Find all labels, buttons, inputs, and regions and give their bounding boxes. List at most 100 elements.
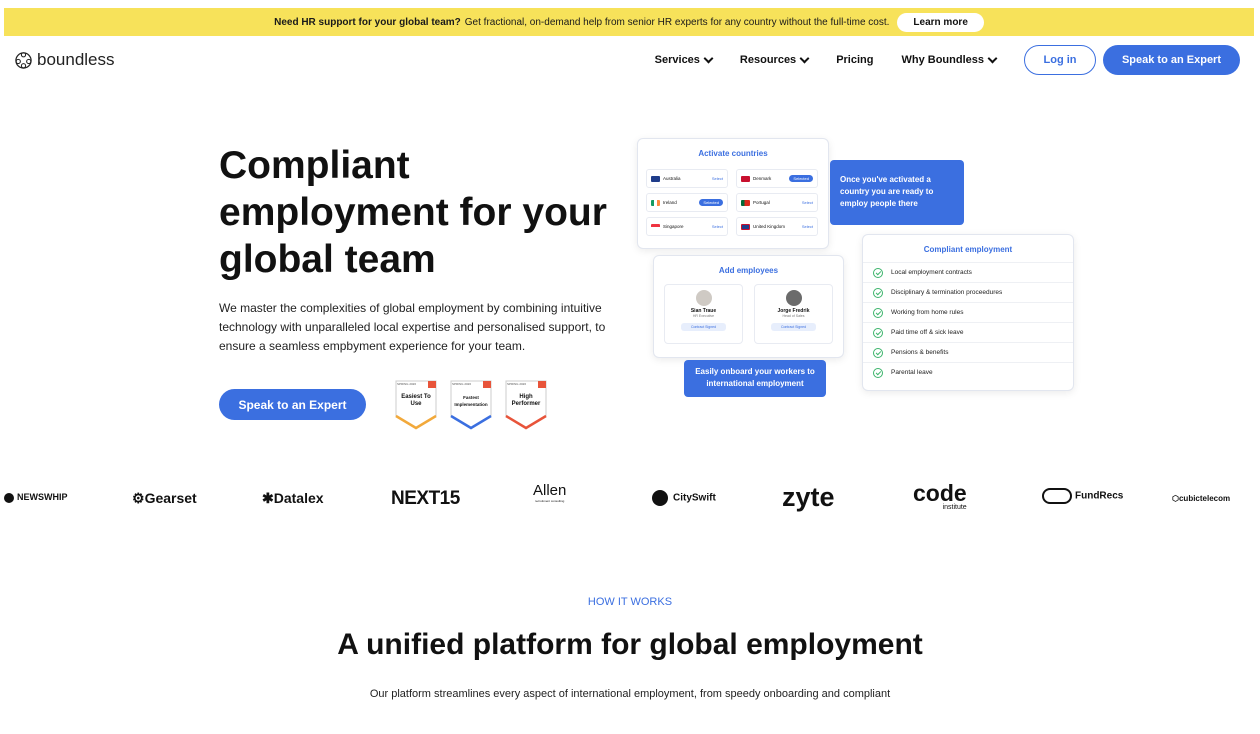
country-select: Select (711, 176, 723, 181)
country-select: Select (711, 224, 723, 229)
hero-title: Compliant employment for your global tea… (219, 144, 607, 281)
logo-zyte: zyte (782, 482, 835, 512)
nav-services[interactable]: Services (654, 53, 714, 66)
activate-countries-card: Activate countries Australia Select Denma… (637, 138, 829, 249)
check-circle-icon (873, 307, 883, 318)
compliance-item-label: Parental leave (891, 369, 933, 376)
check-circle-icon (873, 267, 883, 278)
nav-why-label: Why Boundless (901, 54, 984, 66)
compliance-item: Pensions & benefits (863, 342, 1073, 362)
hero-description: We master the complexities of global emp… (219, 301, 606, 353)
check-circle-icon (873, 367, 883, 378)
logo-datalex: ✱Datalex (262, 490, 324, 507)
compliance-item: Working from home rules (863, 302, 1073, 322)
award-badge: SPRING 2026 High Performer (505, 380, 547, 430)
logo-fundrecs: FundRecs (1042, 488, 1123, 504)
country-name: Australia (663, 176, 681, 181)
nav-pricing-label: Pricing (836, 54, 874, 66)
compliant-employment-title: Compliant employment (923, 245, 1013, 254)
compliance-item: Parental leave (863, 362, 1073, 382)
logo-newswhip: NEWSWHIP (4, 492, 68, 503)
avatar (695, 290, 712, 306)
award-badge: SPRING 2026 Fastest Implementation (450, 380, 492, 430)
flag-icon (651, 199, 660, 206)
contract-status: Contract Signed (771, 323, 816, 331)
activate-note: Once you've activated a country you are … (830, 160, 964, 225)
country-row: Portugal Select (736, 193, 818, 212)
badge-season: SPRING 2026 (507, 382, 527, 386)
logo-text: Gearset (144, 490, 197, 506)
country-row: Ireland Selected (646, 193, 728, 212)
nav-services-label: Services (654, 54, 700, 66)
employee-role: Head of Sales (782, 314, 805, 318)
badge-label: High Performer (511, 394, 541, 407)
compliant-employment-card: Compliant employment Local employment co… (862, 234, 1074, 391)
banner-text: Get fractional, on-demand help from seni… (464, 16, 890, 28)
announcement-banner: Need HR support for your global team? Ge… (4, 8, 1254, 36)
brand-logo[interactable]: boundless (14, 50, 115, 70)
section-text: Our platform streamlines every aspect of… (369, 688, 891, 700)
employee-card: Jorge Fredrik Head of Sales Contract Sig… (754, 284, 833, 344)
country-select: Select (801, 200, 813, 205)
country-name: United Kingdom (753, 224, 786, 229)
country-name: Ireland (663, 200, 677, 205)
award-badge: SPRING 2026 Easiest To Use (395, 380, 437, 430)
nav-why-boundless[interactable]: Why Boundless (901, 53, 998, 66)
flag-icon (651, 223, 660, 230)
cloud-logo-icon (1042, 488, 1072, 504)
section-title: A unified platform for global employment (337, 628, 923, 661)
add-employees-title: Add employees (718, 266, 779, 275)
compliance-item-label: Working from home rules (891, 309, 964, 316)
learn-more-button[interactable]: Learn more (897, 12, 984, 32)
customer-logos: NEWSWHIP ⚙Gearset ✱Datalex NEXT15 Allen … (0, 480, 1260, 520)
compliance-item-label: Pensions & benefits (891, 349, 949, 356)
flag-icon (651, 175, 660, 182)
add-employees-card: Add employees Sian Traue HR Executive Co… (653, 255, 844, 358)
compliance-item-label: Local employment contracts (891, 269, 972, 276)
badge-label: Fastest Implementation (454, 395, 488, 407)
logo-allen: Allen recruitment consulting (533, 482, 566, 503)
logo-text: Datalex (273, 490, 324, 506)
datalex-logo-icon: ✱ (262, 490, 274, 506)
check-circle-icon (873, 347, 883, 358)
chevron-down-icon (987, 53, 998, 63)
boundless-logo-icon (15, 51, 32, 69)
logo-subtext: recruitment consulting (535, 499, 565, 503)
nav-resources[interactable]: Resources (739, 53, 810, 66)
brand-name: boundless (37, 50, 115, 69)
speak-to-expert-nav-button[interactable]: Speak to an Expert (1103, 45, 1240, 75)
cityswift-logo-icon (652, 490, 668, 506)
flag-icon (741, 175, 750, 182)
compliance-item-label: Paid time off & sick leave (891, 329, 964, 336)
badge-season: SPRING 2026 (452, 382, 472, 386)
newswhip-logo-icon (4, 492, 14, 503)
logo-gearset: ⚙Gearset (132, 490, 197, 507)
activate-countries-title: Activate countries (698, 149, 768, 158)
country-row: Singapore Select (646, 217, 728, 236)
logo-code-institute: code institute (913, 482, 967, 512)
gear-logo-icon: ⚙ (132, 490, 145, 506)
country-select: Selected (699, 199, 723, 206)
speak-to-expert-hero-button[interactable]: Speak to an Expert (219, 389, 366, 420)
compliance-item: Local employment contracts (863, 262, 1073, 282)
logo-text: code (913, 480, 967, 506)
chevron-down-icon (799, 53, 810, 63)
country-row: Australia Select (646, 169, 728, 188)
country-select: Selected (789, 175, 813, 182)
badge-season: SPRING 2026 (397, 382, 417, 386)
check-circle-icon (873, 287, 883, 298)
main-nav: Services Resources Pricing Why Boundless… (655, 44, 1240, 76)
country-name: Singapore (663, 224, 684, 229)
logo-text: FundRecs (1075, 490, 1124, 502)
logo-text: NEWSWHIP (17, 492, 68, 502)
compliance-item: Disciplinary & termination proceedures (863, 282, 1073, 302)
banner-bold-text: Need HR support for your global team? (274, 16, 461, 28)
nav-resources-label: Resources (739, 54, 797, 66)
country-name: Portugal (753, 200, 770, 205)
country-row: United Kingdom Select (736, 217, 818, 236)
nav-pricing[interactable]: Pricing (836, 54, 873, 66)
employee-role: HR Executive (692, 314, 715, 318)
compliance-item: Paid time off & sick leave (863, 322, 1073, 342)
login-button[interactable]: Log in (1024, 45, 1096, 75)
logo-cityswift: CitySwift (652, 490, 716, 506)
